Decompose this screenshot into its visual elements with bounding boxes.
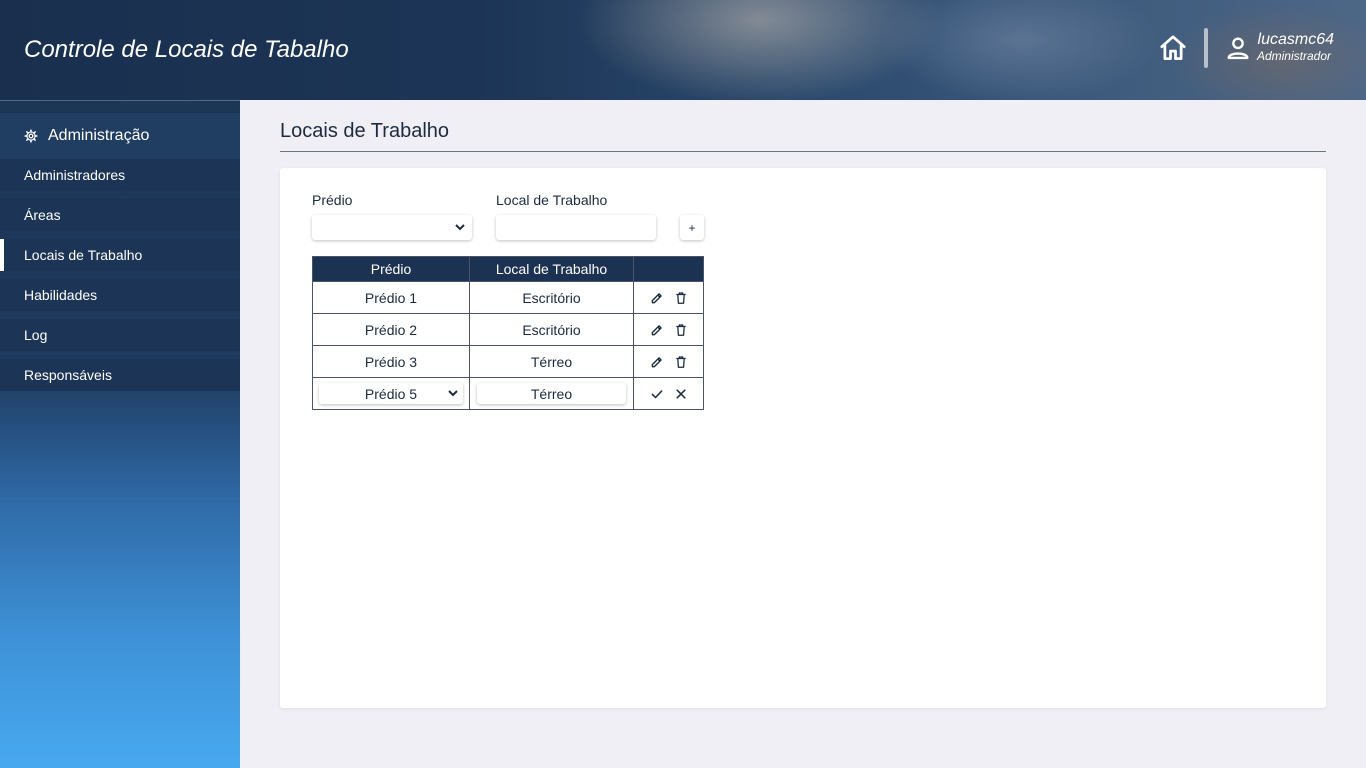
- trash-icon[interactable]: [674, 291, 688, 305]
- person-icon[interactable]: [1224, 34, 1252, 62]
- column-header-local: Local de Trabalho: [469, 256, 634, 282]
- user-name[interactable]: lucasmc64: [1258, 31, 1334, 49]
- cell-actions: [633, 281, 704, 314]
- sidebar-item-label: Administradores: [24, 167, 126, 183]
- page-title: Locais de Trabalho: [280, 120, 450, 142]
- app-title: Controle de Locais de Tabalho: [24, 36, 349, 63]
- table-edit-row: Prédio 5 Térreo: [312, 377, 704, 410]
- cell-actions: [633, 313, 704, 346]
- header-divider: [1204, 28, 1208, 68]
- table-header-row: Prédio Local de Trabalho: [312, 256, 704, 282]
- trash-icon[interactable]: [674, 323, 688, 337]
- local-input[interactable]: [496, 215, 656, 240]
- local-label: Local de Trabalho: [496, 192, 608, 208]
- table-row: Prédio 1 Escritório: [312, 281, 704, 314]
- cell-actions: [633, 345, 704, 378]
- app-header: Controle de Locais de Tabalho lucasmc64 …: [0, 0, 1366, 100]
- cell-predio: Prédio 3: [312, 345, 470, 378]
- sidebar-item-label: Responsáveis: [24, 367, 112, 383]
- edit-predio-select[interactable]: Prédio 5: [319, 383, 463, 404]
- locais-table: Prédio Local de Trabalho Prédio 1 Escrit…: [312, 256, 704, 410]
- user-role: Administrador: [1256, 49, 1331, 63]
- cell-predio: Prédio 1: [312, 281, 470, 314]
- column-header-actions: [633, 256, 704, 282]
- table-row: Prédio 3 Térreo: [312, 345, 704, 378]
- predio-select[interactable]: [312, 215, 472, 240]
- edit-local-input[interactable]: Térreo: [477, 383, 626, 404]
- cell-predio-edit: Prédio 5: [312, 377, 470, 410]
- sidebar: Administração Administradores Áreas Loca…: [0, 100, 240, 768]
- cell-local: Escritório: [469, 313, 634, 346]
- cell-actions: [633, 377, 704, 410]
- pencil-icon[interactable]: [650, 323, 664, 337]
- trash-icon[interactable]: [674, 355, 688, 369]
- sidebar-item-label: Áreas: [24, 207, 61, 223]
- check-icon[interactable]: [650, 387, 664, 401]
- sidebar-section-administracao[interactable]: Administração: [0, 113, 240, 159]
- gear-icon: [24, 129, 38, 143]
- sidebar-item-locais-de-trabalho[interactable]: Locais de Trabalho: [0, 239, 240, 271]
- sidebar-item-log[interactable]: Log: [0, 319, 240, 351]
- home-icon[interactable]: [1158, 33, 1188, 63]
- sidebar-item-responsaveis[interactable]: Responsáveis: [0, 359, 240, 391]
- sidebar-item-label: Locais de Trabalho: [24, 247, 143, 263]
- column-header-predio: Prédio: [312, 256, 470, 282]
- cell-predio: Prédio 2: [312, 313, 470, 346]
- title-divider: [280, 151, 1326, 152]
- table-row: Prédio 2 Escritório: [312, 313, 704, 346]
- content-card: Prédio Local de Trabalho + Prédio Local …: [280, 168, 1326, 708]
- pencil-icon[interactable]: [650, 355, 664, 369]
- cell-local-edit: Térreo: [469, 377, 634, 410]
- sidebar-item-habilidades[interactable]: Habilidades: [0, 279, 240, 311]
- add-button[interactable]: +: [680, 215, 704, 240]
- chevron-down-icon: [448, 390, 458, 397]
- edit-predio-value: Prédio 5: [364, 385, 418, 402]
- predio-label: Prédio: [312, 192, 353, 208]
- sidebar-item-administradores[interactable]: Administradores: [0, 159, 240, 191]
- pencil-icon[interactable]: [650, 291, 664, 305]
- edit-local-value: Térreo: [530, 385, 573, 402]
- sidebar-item-areas[interactable]: Áreas: [0, 199, 240, 231]
- cell-local: Térreo: [469, 345, 634, 378]
- sidebar-item-label: Log: [24, 327, 48, 343]
- sidebar-section-label: Administração: [48, 127, 150, 144]
- cell-local: Escritório: [469, 281, 634, 314]
- chevron-down-icon: [455, 224, 465, 231]
- close-icon[interactable]: [674, 387, 688, 401]
- sidebar-item-label: Habilidades: [24, 287, 98, 303]
